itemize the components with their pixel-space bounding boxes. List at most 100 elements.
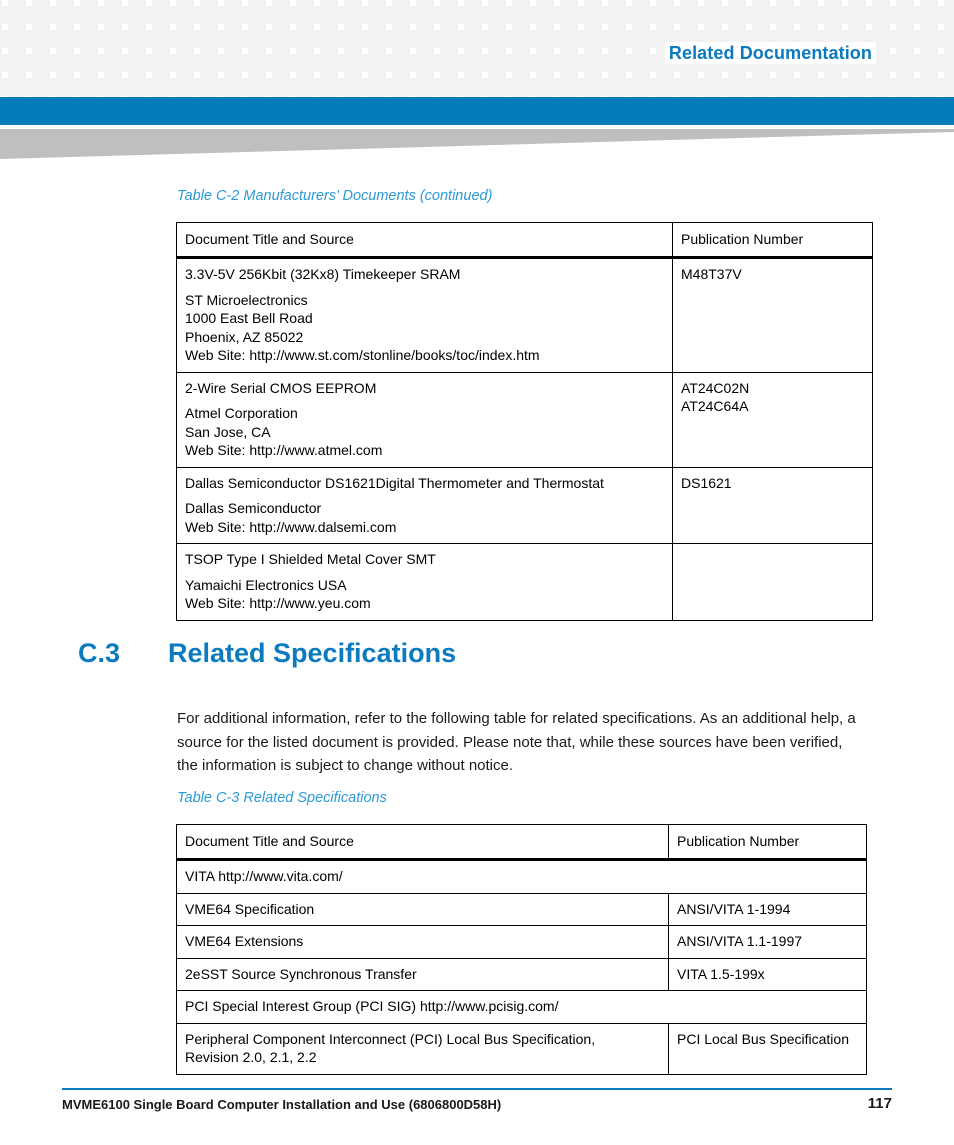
table-row: 2-Wire Serial CMOS EEPROM Atmel Corporat… bbox=[176, 371, 873, 468]
header-grid-square bbox=[8, 6, 26, 24]
header-grid-square bbox=[872, 78, 890, 96]
header-grid-square bbox=[104, 6, 122, 24]
header-grid-square bbox=[296, 78, 314, 96]
header-grid-square bbox=[512, 6, 530, 24]
header-grid-square bbox=[728, 6, 746, 24]
table-cell-document: TSOP Type I Shielded Metal Cover SMT Yam… bbox=[176, 543, 673, 621]
header-grid-square bbox=[152, 30, 170, 48]
header-grid-square bbox=[416, 6, 434, 24]
header-grid-square bbox=[56, 30, 74, 48]
section-paragraph: For additional information, refer to the… bbox=[177, 710, 856, 774]
header-grid-square bbox=[368, 78, 386, 96]
table-c2-caption: Table C-2 Manufacturers’ Documents (cont… bbox=[177, 188, 493, 204]
header-grid-square bbox=[176, 78, 194, 96]
table-c2: Document Title and Source Publication Nu… bbox=[176, 221, 873, 621]
table-cell-publication: ANSI/VITA 1-1994 bbox=[668, 892, 867, 927]
header-grid-square bbox=[8, 54, 26, 72]
header-grid-square bbox=[200, 78, 218, 96]
header-grid-square bbox=[776, 78, 794, 96]
header-grid-square bbox=[248, 6, 266, 24]
header-grid-square bbox=[488, 30, 506, 48]
table-c3-caption: Table C-3 Related Specifications bbox=[177, 790, 387, 806]
header-grid-square bbox=[536, 30, 554, 48]
header-grid-square bbox=[608, 6, 626, 24]
header-grid-square bbox=[584, 54, 602, 72]
header-grid-square bbox=[896, 54, 914, 72]
header-grid-square bbox=[104, 78, 122, 96]
table-row: VME64 Specification ANSI/VITA 1-1994 bbox=[176, 892, 867, 927]
header-grid-square bbox=[488, 78, 506, 96]
header-grid-square bbox=[200, 54, 218, 72]
table-cell-publication: DS1621 bbox=[672, 466, 873, 545]
header-grid-square bbox=[536, 54, 554, 72]
header-grid-square bbox=[368, 30, 386, 48]
table-c2-col-pub: Publication Number bbox=[672, 221, 873, 260]
page-header-title: Related Documentation bbox=[664, 42, 876, 64]
header-grid-square bbox=[464, 78, 482, 96]
header-grid-square bbox=[536, 6, 554, 24]
header-grid-square bbox=[584, 6, 602, 24]
table-row: Peripheral Component Interconnect (PCI) … bbox=[176, 1022, 867, 1075]
header-grid-square bbox=[488, 6, 506, 24]
table-cell-publication: M48T37V bbox=[672, 257, 873, 373]
header-grid-square bbox=[128, 54, 146, 72]
header-grid-square bbox=[224, 30, 242, 48]
header-grid-square bbox=[944, 78, 954, 96]
header-grid-square bbox=[872, 6, 890, 24]
header-grid-square bbox=[608, 30, 626, 48]
header-grid-square bbox=[512, 30, 530, 48]
section-title: Related Specifications bbox=[168, 638, 457, 668]
header-grid-square bbox=[656, 78, 674, 96]
header-grid-square bbox=[272, 6, 290, 24]
header-grid-square bbox=[272, 30, 290, 48]
table-cell-document: VITA http://www.vita.com/ bbox=[176, 859, 867, 894]
header-grid-square bbox=[416, 30, 434, 48]
header-grid-square bbox=[32, 30, 50, 48]
header-grid-square bbox=[104, 30, 122, 48]
table-c3-col-title: Document Title and Source bbox=[176, 823, 669, 862]
header-grid-square bbox=[224, 78, 242, 96]
header-grid-square bbox=[824, 78, 842, 96]
header-grid-square bbox=[224, 6, 242, 24]
header-grid-square bbox=[248, 30, 266, 48]
cell-spacer bbox=[185, 492, 664, 499]
table-row: PCI Special Interest Group (PCI SIG) htt… bbox=[176, 990, 867, 1024]
table-cell-publication: ANSI/VITA 1.1-1997 bbox=[668, 925, 867, 959]
header-grid-square bbox=[608, 54, 626, 72]
table-row: 3.3V-5V 256Kbit (32Kx8) Timekeeper SRAM … bbox=[176, 257, 873, 373]
table-row: Dallas Semiconductor DS1621Digital Therm… bbox=[176, 466, 873, 545]
table-cell-publication: PCI Local Bus Specification bbox=[668, 1022, 867, 1075]
header-grid-square bbox=[320, 30, 338, 48]
document-source: Atmel Corporation San Jose, CA Web Site:… bbox=[185, 405, 383, 459]
header-grid-square bbox=[560, 30, 578, 48]
header-grid-square bbox=[920, 6, 938, 24]
header-grid-square bbox=[920, 54, 938, 72]
header-grid-square bbox=[416, 78, 434, 96]
header-grid-square bbox=[632, 6, 650, 24]
header-grid-square bbox=[896, 78, 914, 96]
header-grid-square bbox=[368, 6, 386, 24]
table-c2-col-title: Document Title and Source bbox=[176, 221, 673, 260]
header-grid-square bbox=[800, 78, 818, 96]
header-grid-square bbox=[392, 54, 410, 72]
document-title: Dallas Semiconductor DS1621Digital Therm… bbox=[185, 474, 604, 491]
header-grid-square bbox=[560, 78, 578, 96]
header-grid-square bbox=[32, 78, 50, 96]
header-grid-square bbox=[224, 54, 242, 72]
header-grid-square bbox=[512, 78, 530, 96]
header-grid-square bbox=[32, 6, 50, 24]
document-title: 2-Wire Serial CMOS EEPROM bbox=[185, 379, 377, 396]
table-row: 2eSST Source Synchronous Transfer VITA 1… bbox=[176, 957, 867, 992]
table-cell-document: Dallas Semiconductor DS1621Digital Therm… bbox=[176, 466, 673, 545]
section-heading: C.3 Related Specifications bbox=[78, 638, 456, 669]
table-cell-document: 3.3V-5V 256Kbit (32Kx8) Timekeeper SRAM … bbox=[176, 257, 673, 373]
header-grid-square bbox=[320, 54, 338, 72]
header-grid-square bbox=[272, 54, 290, 72]
header-grid-square bbox=[752, 78, 770, 96]
header-grid-square bbox=[560, 6, 578, 24]
cell-spacer bbox=[185, 284, 664, 291]
header-grid-square bbox=[368, 54, 386, 72]
header-grid-square bbox=[680, 78, 698, 96]
footer-page-number: 117 bbox=[867, 1095, 892, 1112]
table-cell-document: 2-Wire Serial CMOS EEPROM Atmel Corporat… bbox=[176, 371, 673, 468]
